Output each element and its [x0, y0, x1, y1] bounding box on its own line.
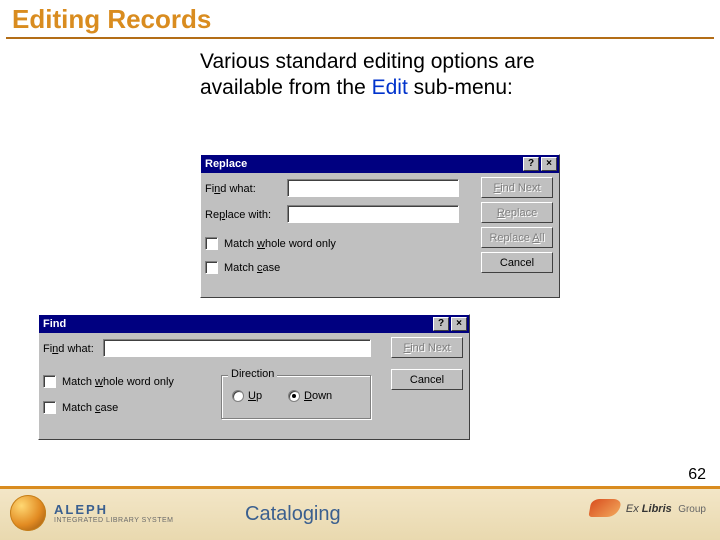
close-icon[interactable]: × — [541, 157, 557, 171]
edit-menu-link: Edit — [372, 76, 408, 99]
replace-dialog: Replace ? × Find what: Replace with: Mat… — [200, 154, 560, 298]
aleph-logo: ALEPH INTEGRATED LIBRARY SYSTEM — [10, 495, 173, 531]
body-line1: Various standard editing options are — [200, 50, 535, 73]
replace-titlebar[interactable]: Replace ? × — [201, 155, 559, 173]
footer: ALEPH INTEGRATED LIBRARY SYSTEM Catalogi… — [0, 488, 720, 540]
help-icon[interactable]: ? — [433, 317, 449, 331]
close-icon[interactable]: × — [451, 317, 467, 331]
find-next-button[interactable]: Find Next — [481, 177, 553, 198]
exlibris-logo: Ex Libris Group — [590, 499, 706, 517]
page-number: 62 — [688, 466, 706, 484]
find-dialog: Find ? × Find what: Match whole word onl… — [38, 314, 470, 440]
direction-down-radio[interactable]: Down — [288, 390, 332, 402]
find-what-input[interactable] — [103, 339, 371, 357]
find-next-button[interactable]: Find Next — [391, 337, 463, 358]
aleph-wordmark: ALEPH — [54, 502, 173, 517]
title-underline — [6, 37, 714, 39]
find-titlebar[interactable]: Find ? × — [39, 315, 469, 333]
find-what-input[interactable] — [287, 179, 459, 197]
match-whole-word-checkbox[interactable]: Match whole word only — [43, 375, 174, 388]
help-icon[interactable]: ? — [523, 157, 539, 171]
cancel-button[interactable]: Cancel — [481, 252, 553, 273]
direction-label: Direction — [228, 368, 277, 380]
find-what-label: Find what: — [205, 183, 256, 195]
footer-title: Cataloging — [245, 503, 341, 526]
find-what-label: Find what: — [43, 343, 94, 355]
replace-with-input[interactable] — [287, 205, 459, 223]
match-whole-word-checkbox[interactable]: Match whole word only — [205, 237, 336, 250]
replace-title: Replace — [205, 155, 521, 173]
direction-up-radio[interactable]: Up — [232, 390, 262, 402]
exlibris-swoosh-icon — [588, 499, 621, 517]
aleph-subtitle: INTEGRATED LIBRARY SYSTEM — [54, 517, 173, 524]
body-line2a: available from the — [200, 76, 372, 99]
checkbox-icon — [205, 261, 218, 274]
body-line2b: sub-menu: — [408, 76, 513, 99]
direction-group: Direction Up Down — [221, 375, 371, 419]
radio-icon — [288, 390, 300, 402]
cancel-button[interactable]: Cancel — [391, 369, 463, 390]
checkbox-icon — [43, 401, 56, 414]
replace-all-button[interactable]: Replace All — [481, 227, 553, 248]
slide-title: Editing Records — [0, 0, 720, 37]
match-case-checkbox[interactable]: Match case — [43, 401, 118, 414]
body-text: Various standard editing options are ava… — [0, 49, 720, 102]
find-title: Find — [43, 315, 431, 333]
checkbox-icon — [205, 237, 218, 250]
aleph-orb-icon — [10, 495, 46, 531]
radio-icon — [232, 390, 244, 402]
replace-with-label: Replace with: — [205, 209, 271, 221]
replace-button[interactable]: Replace — [481, 202, 553, 223]
checkbox-icon — [43, 375, 56, 388]
match-case-checkbox[interactable]: Match case — [205, 261, 280, 274]
